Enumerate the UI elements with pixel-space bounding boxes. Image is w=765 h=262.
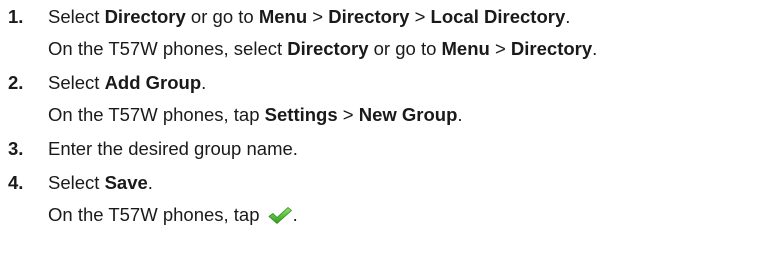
ui-term: Menu xyxy=(441,38,490,59)
text-run: . xyxy=(592,38,598,59)
step-text: Select Add Group. xyxy=(48,72,206,94)
text-run: On the T57W phones, tap xyxy=(48,204,265,225)
text-run: . xyxy=(201,72,207,93)
ui-term: Directory xyxy=(104,6,186,27)
text-run: Select xyxy=(48,6,105,27)
text-run: > xyxy=(409,6,431,27)
step-text: On the T57W phones, tap . xyxy=(48,204,298,226)
text-run: . xyxy=(457,104,463,125)
ui-term: Menu xyxy=(258,6,308,27)
step-text: Enter the desired group name. xyxy=(48,138,298,160)
step-text: Select Directory or go to Menu > Directo… xyxy=(48,6,570,28)
step-number: 2. xyxy=(8,72,24,93)
ui-term: Add Group xyxy=(104,72,202,93)
step-text: On the T57W phones, select Directory or … xyxy=(48,38,597,60)
text-run: . xyxy=(292,204,298,225)
text-run: Select xyxy=(48,172,105,193)
step-text: Select Save. xyxy=(48,172,153,194)
text-run: > xyxy=(337,104,359,125)
ui-term: Directory xyxy=(287,38,369,59)
text-run: . xyxy=(147,172,153,193)
ui-term: Directory xyxy=(510,38,593,59)
text-run: Enter the desired group name. xyxy=(48,138,298,159)
step-text: On the T57W phones, tap Settings > New G… xyxy=(48,104,463,126)
text-run: . xyxy=(565,6,571,27)
text-run: On the T57W phones, select xyxy=(48,38,288,59)
step-number: 3. xyxy=(8,138,24,159)
ui-term: New Group xyxy=(358,104,458,125)
check-icon xyxy=(267,206,293,224)
ui-term: Settings xyxy=(264,104,338,125)
ui-term: Directory xyxy=(328,6,410,27)
text-run: > xyxy=(307,6,329,27)
instruction-steps: 1. Select Directory or go to Menu > Dire… xyxy=(0,0,765,225)
ui-term: Save xyxy=(104,172,148,193)
text-run: or go to xyxy=(185,6,259,27)
ui-term: Local Directory xyxy=(430,6,566,27)
step-number: 4. xyxy=(8,172,24,193)
step-number: 1. xyxy=(8,6,24,27)
text-run: Select xyxy=(48,72,105,93)
text-run: On the T57W phones, tap xyxy=(48,104,265,125)
text-run: or go to xyxy=(368,38,442,59)
text-run: > xyxy=(489,38,511,59)
